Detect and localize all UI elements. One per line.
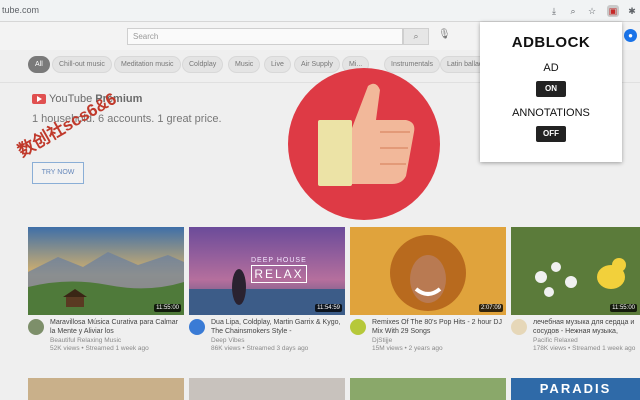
channel-avatar[interactable] xyxy=(189,319,205,335)
address-bar[interactable]: tube.com xyxy=(2,5,39,15)
avatar[interactable]: ● xyxy=(624,29,637,42)
ad-toggle[interactable]: ON xyxy=(536,81,566,97)
video-title[interactable]: Remixes Of The 80's Pop Hits - 2 hour DJ… xyxy=(372,318,506,336)
duration-badge: 2:07:09 xyxy=(478,304,503,312)
video-meta: Pacific Relaxed 178K views • Streamed 1 … xyxy=(533,337,640,353)
video-thumbnail[interactable]: 11:55:00 xyxy=(511,227,640,315)
video-thumbnail[interactable]: DEEP HOUSE RELAX 11:54:59 xyxy=(189,227,345,315)
video-meta: DjStijje 15M views • 2 years ago xyxy=(372,337,506,353)
zoom-icon[interactable]: ⌕ xyxy=(567,5,579,17)
download-icon[interactable]: ⤓ xyxy=(548,5,560,17)
video-thumbnail[interactable]: 11:55:00 xyxy=(28,227,184,315)
video-thumbnail[interactable]: 2:07:09 xyxy=(350,227,506,315)
duration-badge: 11:55:00 xyxy=(154,304,181,312)
thumbnail-title: RELAX xyxy=(251,265,307,283)
popup-title: ADBLOCK xyxy=(511,34,591,51)
ad-label: AD xyxy=(543,62,559,74)
video-stats: 15M views • 2 years ago xyxy=(372,345,443,352)
channel-name[interactable]: Deep Vibes xyxy=(211,337,345,345)
try-now-button[interactable]: TRY NOW xyxy=(32,162,84,184)
search-input[interactable]: Search xyxy=(127,28,403,45)
adblock-popup: ADBLOCK AD ON ANNOTATIONS OFF xyxy=(480,22,622,162)
video-stats: 52K views • Streamed 1 week ago xyxy=(50,345,149,352)
screenshot: tube.com ⤓ ⌕ ☆ ▣ ✱ Search ⌕ 🎙 ● All Chil… xyxy=(0,0,640,400)
chip[interactable]: Music xyxy=(228,56,261,73)
channel-name[interactable]: DjStijje xyxy=(372,337,506,345)
video-meta: Deep Vibes 86K views • Streamed 3 days a… xyxy=(211,337,345,353)
browser-toolbar: tube.com ⤓ ⌕ ☆ ▣ ✱ xyxy=(0,0,640,22)
thumbnail-caption: DEEP HOUSE xyxy=(251,257,307,264)
video-stats: 178K views • Streamed 1 week ago xyxy=(533,345,636,352)
chip[interactable]: Chill-out music xyxy=(52,56,112,73)
chip[interactable]: Coldplay xyxy=(182,56,224,73)
duration-badge: 11:55:00 xyxy=(610,304,637,312)
video-thumbnail[interactable] xyxy=(189,378,345,400)
youtube-logo-icon xyxy=(32,94,46,104)
video-thumbnail[interactable]: PARADIS xyxy=(511,378,640,400)
channel-avatar[interactable] xyxy=(511,319,527,335)
channel-avatar[interactable] xyxy=(350,319,366,335)
duration-badge: 11:54:59 xyxy=(315,304,342,312)
extension-adblock-icon[interactable]: ▣ xyxy=(607,5,619,17)
video-stats: 86K views • Streamed 3 days ago xyxy=(211,345,309,352)
chip-all[interactable]: All xyxy=(28,56,50,73)
thumbs-up-icon xyxy=(288,68,440,220)
video-title[interactable]: Dua Lipa, Coldplay, Martin Garrix & Kygo… xyxy=(211,318,345,336)
channel-name[interactable]: Pacific Relaxed xyxy=(533,337,640,345)
chip[interactable]: Meditation music xyxy=(114,56,181,73)
puzzle-icon[interactable]: ✱ xyxy=(626,5,638,17)
search-button[interactable]: ⌕ xyxy=(403,28,429,45)
mic-icon[interactable]: 🎙 xyxy=(438,29,451,40)
video-meta: Beautiful Relaxing Music 52K views • Str… xyxy=(50,337,184,353)
annotations-label: ANNOTATIONS xyxy=(512,107,590,119)
video-title[interactable]: Maravillosa Música Curativa para Calmar … xyxy=(50,318,184,336)
channel-name[interactable]: Beautiful Relaxing Music xyxy=(50,337,184,345)
chip[interactable]: Live xyxy=(264,56,291,73)
video-thumbnail[interactable] xyxy=(28,378,184,400)
video-thumbnail[interactable] xyxy=(350,378,506,400)
star-icon[interactable]: ☆ xyxy=(586,5,598,17)
channel-avatar[interactable] xyxy=(28,319,44,335)
annotations-toggle[interactable]: OFF xyxy=(536,126,566,142)
video-title[interactable]: лечебная музыка для сердца и сосудов - Н… xyxy=(533,318,640,336)
